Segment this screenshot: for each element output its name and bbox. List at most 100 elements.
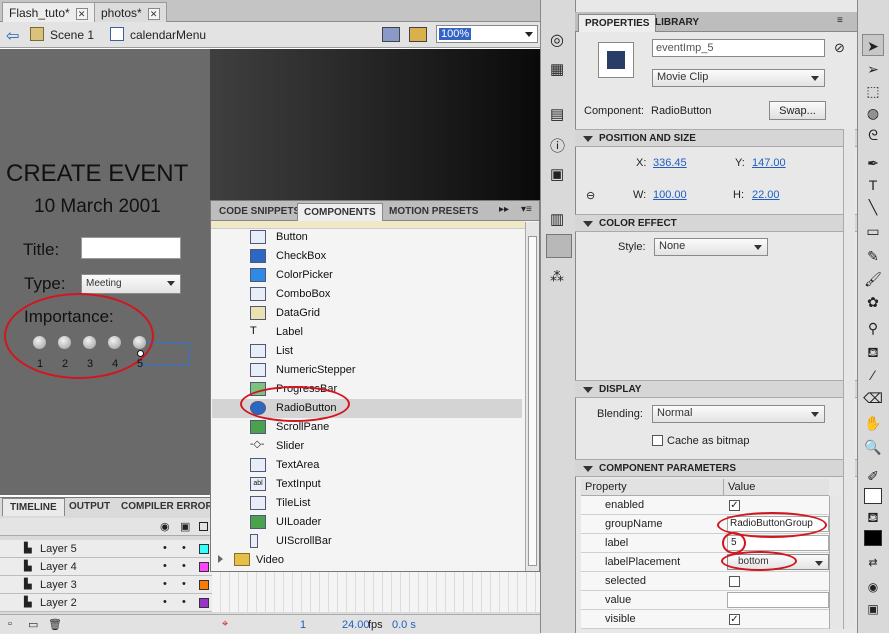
layer-row[interactable]: ▙ Layer 3 • • bbox=[0, 576, 212, 594]
swatches-icon[interactable]: ▦ bbox=[550, 60, 564, 78]
param-row-selected[interactable]: selected bbox=[581, 572, 829, 591]
w-value[interactable]: 100.00 bbox=[653, 189, 687, 201]
layer-row[interactable]: ▙ Layer 2 • • bbox=[0, 594, 212, 612]
hand-tool-icon[interactable]: ✋ bbox=[862, 412, 884, 434]
new-layer-icon[interactable]: ▫ bbox=[8, 618, 12, 630]
swap-button[interactable]: Swap... bbox=[769, 101, 826, 120]
params-scrollbar[interactable] bbox=[829, 496, 841, 629]
paint-bucket-tool-icon[interactable]: ⛾ bbox=[862, 341, 884, 363]
component-item[interactable]: abl TextInput bbox=[250, 475, 520, 494]
playhead-icon[interactable]: ⌖ bbox=[222, 618, 228, 631]
radio-button-1[interactable] bbox=[33, 336, 46, 349]
components-icon[interactable] bbox=[546, 234, 572, 258]
type-combobox[interactable]: Meeting bbox=[81, 274, 181, 294]
close-icon[interactable]: ✕ bbox=[147, 8, 160, 20]
component-item[interactable]: DataGrid bbox=[250, 304, 520, 323]
x-value[interactable]: 336.45 bbox=[653, 157, 687, 169]
instance-name-input[interactable]: eventImp_5 bbox=[652, 39, 825, 57]
component-item[interactable]: -◇- Slider bbox=[250, 437, 520, 456]
stroke-color-icon[interactable]: ✐ bbox=[862, 465, 884, 487]
visibility-dot[interactable]: • bbox=[163, 560, 167, 572]
tab-compiler-errors[interactable]: COMPILER ERROR bbox=[114, 498, 220, 516]
free-transform-tool-icon[interactable]: ⬚ bbox=[862, 80, 884, 102]
lasso-tool-icon[interactable]: ᘓ bbox=[862, 124, 884, 146]
visibility-dot[interactable]: • bbox=[163, 578, 167, 590]
value-input[interactable] bbox=[727, 592, 829, 608]
deco-tool-icon[interactable]: ✿ bbox=[862, 291, 884, 313]
param-row-visible[interactable]: visible ✓ bbox=[581, 610, 829, 629]
color-palette-icon[interactable]: ◎ bbox=[550, 30, 564, 50]
layer-color-swatch[interactable] bbox=[199, 544, 209, 554]
tab-flash-tuto[interactable]: Flash_tuto* ✕ bbox=[2, 2, 95, 22]
component-item[interactable]: NumericStepper bbox=[250, 361, 520, 380]
position-size-header[interactable]: POSITION AND SIZE bbox=[575, 129, 857, 147]
visibility-dot[interactable]: • bbox=[163, 542, 167, 554]
component-item[interactable]: Button bbox=[250, 228, 520, 247]
selected-checkbox[interactable] bbox=[729, 576, 740, 587]
eraser-tool-icon[interactable]: ⌫ bbox=[862, 387, 884, 409]
trash-icon[interactable]: 🗑 bbox=[48, 618, 62, 631]
visible-checkbox[interactable]: ✓ bbox=[729, 614, 740, 625]
pen-tool-icon[interactable]: ✒ bbox=[862, 152, 884, 174]
component-item[interactable]: T Label bbox=[250, 323, 520, 342]
edit-symbol-arrow-icon[interactable]: ⊘ bbox=[834, 40, 845, 56]
3d-rotation-tool-icon[interactable]: ◍ bbox=[862, 102, 884, 124]
radio-button-2[interactable] bbox=[58, 336, 71, 349]
enabled-checkbox[interactable]: ✓ bbox=[729, 500, 740, 511]
symbol-type-dropdown[interactable]: Movie Clip bbox=[652, 69, 825, 87]
component-item[interactable]: TileList bbox=[250, 494, 520, 513]
tab-properties[interactable]: PROPERTIES bbox=[578, 14, 657, 32]
new-folder-icon[interactable]: ▭ bbox=[28, 618, 38, 631]
bone-tool-icon[interactable]: ⚲ bbox=[862, 317, 884, 339]
lock-dot[interactable]: • bbox=[182, 578, 186, 590]
color-effect-header[interactable]: COLOR EFFECT bbox=[575, 214, 857, 232]
layer-color-swatch[interactable] bbox=[199, 598, 209, 608]
lock-dot[interactable]: • bbox=[182, 596, 186, 608]
layer-row[interactable]: ▙ Layer 4 • • bbox=[0, 558, 212, 576]
radio-button-3[interactable] bbox=[83, 336, 96, 349]
motion-presets-icon[interactable]: ⁂ bbox=[550, 268, 564, 285]
component-item[interactable]: UIScrollBar bbox=[250, 532, 520, 551]
transform-icon[interactable]: ▣ bbox=[550, 165, 564, 183]
tab-output[interactable]: OUTPUT bbox=[62, 498, 117, 516]
back-arrow-icon[interactable]: ⇦ bbox=[6, 26, 19, 46]
frame-rate[interactable]: 24.00 bbox=[342, 619, 370, 631]
zoom-select[interactable]: 100% bbox=[436, 25, 538, 43]
snap-icon[interactable]: ◉ bbox=[862, 576, 884, 598]
text-tool-icon[interactable]: T bbox=[862, 174, 884, 196]
panel-menu-icon[interactable]: ≡ bbox=[837, 15, 843, 26]
display-header[interactable]: DISPLAY bbox=[575, 380, 857, 398]
tab-timeline[interactable]: TIMELINE bbox=[2, 498, 65, 516]
component-parameters-header[interactable]: COMPONENT PARAMETERS bbox=[575, 459, 857, 477]
style-dropdown[interactable]: None bbox=[654, 238, 768, 256]
stroke-color-swatch[interactable] bbox=[864, 488, 882, 504]
eye-icon[interactable]: ◉ bbox=[160, 520, 170, 533]
close-icon[interactable]: ✕ bbox=[75, 8, 88, 20]
align-icon[interactable]: ▤ bbox=[550, 105, 564, 123]
radio-button-4[interactable] bbox=[108, 336, 121, 349]
lock-dot[interactable]: • bbox=[182, 542, 186, 554]
panel-menu-icon[interactable]: ▾≡ bbox=[521, 204, 532, 215]
properties-scrollbar[interactable] bbox=[843, 129, 855, 629]
blending-dropdown[interactable]: Normal bbox=[652, 405, 825, 423]
eyedropper-tool-icon[interactable]: ⁄ bbox=[862, 364, 884, 386]
component-item[interactable]: UILoader bbox=[250, 513, 520, 532]
scene-name[interactable]: Scene 1 bbox=[50, 28, 94, 42]
edit-scene-icon[interactable] bbox=[382, 27, 400, 42]
component-item[interactable]: List bbox=[250, 342, 520, 361]
edit-symbol-icon[interactable] bbox=[409, 27, 427, 42]
layer-row[interactable]: ▙ Layer 5 • • bbox=[0, 540, 212, 558]
component-item[interactable]: ColorPicker bbox=[250, 266, 520, 285]
code-snippets-icon[interactable]: ▥ bbox=[550, 210, 564, 228]
selection-tool-icon[interactable]: ➤ bbox=[862, 34, 884, 56]
subselection-tool-icon[interactable]: ➢ bbox=[862, 58, 884, 80]
tab-photos[interactable]: photos* ✕ bbox=[94, 2, 167, 22]
fill-color-icon[interactable]: ⛾ bbox=[862, 506, 884, 528]
brush-tool-icon[interactable]: 🖌 bbox=[862, 268, 884, 290]
symbol-name[interactable]: calendarMenu bbox=[130, 28, 206, 42]
rectangle-tool-icon[interactable]: ▭ bbox=[862, 220, 884, 242]
lock-icon[interactable]: ▣ bbox=[180, 520, 190, 533]
layer-color-swatch[interactable] bbox=[199, 562, 209, 572]
scrollbar-thumb[interactable] bbox=[528, 236, 537, 566]
vertical-scrollbar[interactable] bbox=[525, 222, 539, 571]
